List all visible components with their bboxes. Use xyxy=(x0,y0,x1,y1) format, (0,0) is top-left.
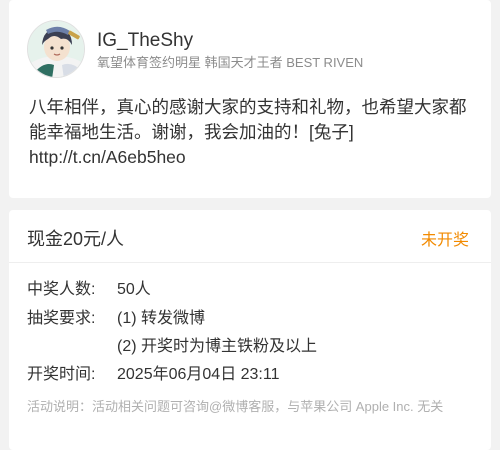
requirement-1: (1) 转发微博 xyxy=(117,310,206,327)
requirement-2: (2) 开奖时为博主铁粉及以上 xyxy=(117,338,318,355)
requirements-label: 抽奖要求: xyxy=(27,310,96,327)
winners-label: 中奖人数: xyxy=(27,281,96,298)
requirements-row: 抽奖要求: (1) 转发微博 xyxy=(27,309,205,329)
activity-note: 活动说明：活动相关问题可咨询@微博客服，与苹果公司 Apple Inc. 无关 xyxy=(27,399,444,414)
winners-value: 50人 xyxy=(117,281,151,298)
post-link[interactable]: http://t.cn/A6eb5heo xyxy=(29,147,186,167)
lottery-status-badge: 未开奖 xyxy=(420,232,469,249)
post-card: IG_TheShy 氧望体育签约明星 韩国天才王者 BEST RIVEN 八年相… xyxy=(9,0,491,198)
lottery-card: 现金20元/人 未开奖 中奖人数: 50人 抽奖要求: (1) 转发微博 (2)… xyxy=(9,210,491,450)
post-body: 八年相伴，真心的感谢大家的支持和礼物，也希望大家都能幸福地生活。谢谢，我会加油的… xyxy=(29,97,467,142)
post-text: 八年相伴，真心的感谢大家的支持和礼物，也希望大家都能幸福地生活。谢谢，我会加油的… xyxy=(29,95,479,170)
user-description: 氧望体育签约明星 韩国天才王者 BEST RIVEN xyxy=(97,55,364,70)
avatar-illustration-icon xyxy=(28,21,84,77)
username[interactable]: IG_TheShy xyxy=(97,30,193,52)
draw-time-row: 开奖时间: 2025年06月04日 23:11 xyxy=(27,365,280,385)
draw-time-label: 开奖时间: xyxy=(27,366,96,383)
draw-time-value: 2025年06月04日 23:11 xyxy=(117,366,280,383)
winners-row: 中奖人数: 50人 xyxy=(27,280,151,300)
prize-title: 现金20元/人 xyxy=(27,229,125,249)
user-avatar[interactable] xyxy=(27,20,85,78)
prize-row: 现金20元/人 未开奖 xyxy=(9,210,491,263)
